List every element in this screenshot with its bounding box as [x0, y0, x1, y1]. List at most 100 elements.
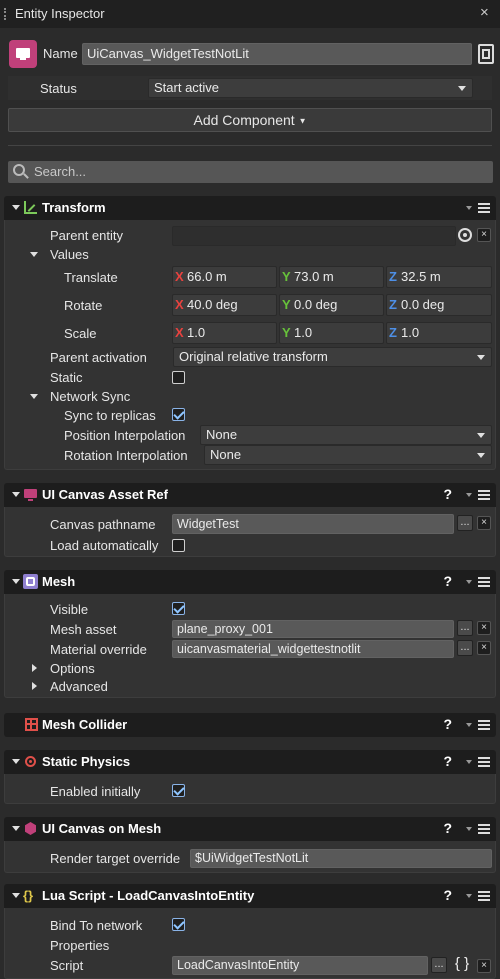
- menu-icon[interactable]: [478, 720, 490, 730]
- entity-name-input[interactable]: UiCanvas_WidgetTestNotLit: [82, 43, 472, 65]
- menu-icon[interactable]: [478, 757, 490, 767]
- rotate-z-field[interactable]: Z 0.0 deg: [386, 294, 492, 316]
- help-icon[interactable]: ?: [443, 753, 452, 769]
- help-icon[interactable]: ?: [443, 573, 452, 589]
- help-icon[interactable]: ?: [443, 486, 452, 502]
- browse-button[interactable]: ...: [457, 620, 473, 636]
- canvas-pathname-input[interactable]: WidgetTest: [172, 514, 454, 534]
- chevron-down-icon[interactable]: [466, 827, 472, 831]
- help-icon[interactable]: ?: [443, 716, 452, 732]
- status-select[interactable]: Start active: [148, 78, 473, 98]
- options-expand-icon[interactable]: [32, 664, 37, 672]
- mesh-collider-header[interactable]: Mesh Collider ?: [4, 713, 496, 737]
- drag-handle-icon[interactable]: [4, 8, 6, 20]
- close-icon[interactable]: ×: [480, 4, 489, 21]
- advanced-expand-icon[interactable]: [32, 682, 37, 690]
- mesh-header[interactable]: Mesh ?: [4, 570, 496, 594]
- ui-canvas-icon: [23, 487, 38, 502]
- status-label: Status: [40, 81, 77, 96]
- menu-icon[interactable]: [478, 891, 490, 901]
- parent-entity-input[interactable]: [172, 226, 456, 246]
- chevron-down-icon[interactable]: [466, 760, 472, 764]
- chevron-down-icon[interactable]: [466, 580, 472, 584]
- lua-braces-icon: {}: [23, 888, 34, 903]
- rotation-interpolation-select[interactable]: None: [204, 445, 492, 465]
- search-placeholder: Search...: [34, 164, 87, 179]
- clear-button[interactable]: ×: [477, 959, 491, 973]
- visible-label: Visible: [50, 602, 89, 617]
- parent-entity-label: Parent entity: [50, 228, 123, 243]
- script-label: Script: [50, 958, 84, 973]
- rotate-x-field[interactable]: X 40.0 deg: [172, 294, 277, 316]
- clear-button[interactable]: ×: [477, 641, 491, 655]
- add-component-button[interactable]: Add Component ▼: [8, 108, 492, 132]
- status-value: Start active: [154, 80, 220, 95]
- transform-title: Transform: [42, 200, 106, 215]
- collapse-icon[interactable]: [12, 579, 20, 584]
- menu-icon[interactable]: [478, 490, 490, 500]
- chevron-down-icon[interactable]: [466, 723, 472, 727]
- translate-z-field[interactable]: Z 32.5 m: [386, 266, 492, 288]
- collapse-icon[interactable]: [12, 893, 20, 898]
- chevron-down-icon: [477, 453, 485, 458]
- collapse-icon[interactable]: [12, 826, 20, 831]
- browse-button[interactable]: ...: [431, 957, 447, 973]
- material-override-label: Material override: [50, 642, 147, 657]
- browse-button[interactable]: ...: [457, 515, 473, 531]
- help-icon[interactable]: ?: [443, 887, 452, 903]
- transform-header[interactable]: Transform: [4, 196, 496, 220]
- ui-canvas-asset-header[interactable]: UI Canvas Asset Ref ?: [4, 483, 496, 507]
- visible-checkbox[interactable]: [172, 602, 185, 615]
- static-checkbox[interactable]: [172, 371, 185, 384]
- values-expand-icon[interactable]: [30, 252, 38, 257]
- script-input[interactable]: LoadCanvasIntoEntity: [172, 956, 428, 975]
- enabled-initially-label: Enabled initially: [50, 784, 141, 799]
- help-icon[interactable]: ?: [443, 820, 452, 836]
- edit-script-button[interactable]: { }: [451, 954, 473, 974]
- bind-network-checkbox[interactable]: [172, 918, 185, 931]
- search-input[interactable]: Search...: [8, 161, 493, 183]
- scale-z-field[interactable]: Z 1.0: [386, 322, 492, 344]
- menu-icon[interactable]: [478, 577, 490, 587]
- clear-button[interactable]: ×: [477, 516, 491, 530]
- parent-activation-label: Parent activation: [50, 350, 147, 365]
- chevron-down-icon[interactable]: [466, 894, 472, 898]
- material-override-input[interactable]: uicanvasmaterial_widgettestnotlit: [172, 640, 454, 658]
- scale-x-field[interactable]: X 1.0: [172, 322, 277, 344]
- static-physics-header[interactable]: Static Physics ?: [4, 750, 496, 774]
- collapse-icon[interactable]: [12, 492, 20, 497]
- options-label: Options: [50, 661, 95, 676]
- clear-button[interactable]: ×: [477, 621, 491, 635]
- render-target-input[interactable]: $UiWidgetTestNotLit: [190, 849, 492, 868]
- lua-script-title: Lua Script - LoadCanvasIntoEntity: [42, 888, 255, 903]
- collapse-icon[interactable]: [12, 205, 20, 210]
- menu-icon[interactable]: [478, 824, 490, 834]
- enabled-initially-checkbox[interactable]: [172, 784, 185, 797]
- network-sync-expand-icon[interactable]: [30, 394, 38, 399]
- lua-script-header[interactable]: {} Lua Script - LoadCanvasIntoEntity ?: [4, 884, 496, 908]
- sync-replicas-checkbox[interactable]: [172, 408, 185, 421]
- chevron-down-icon[interactable]: [466, 206, 472, 210]
- chevron-down-icon[interactable]: [466, 493, 472, 497]
- translate-x-field[interactable]: X 66.0 m: [172, 266, 277, 288]
- clear-parent-button[interactable]: ×: [477, 228, 491, 242]
- static-label: Static: [50, 370, 83, 385]
- target-icon[interactable]: [458, 228, 472, 242]
- browse-button[interactable]: ...: [457, 640, 473, 656]
- caret-down-icon: ▼: [298, 116, 307, 126]
- ui-canvas-mesh-header[interactable]: UI Canvas on Mesh ?: [4, 817, 496, 841]
- pin-icon[interactable]: [478, 44, 494, 64]
- collapse-icon[interactable]: [12, 759, 20, 764]
- position-interpolation-select[interactable]: None: [200, 425, 492, 445]
- scale-y-field[interactable]: Y 1.0: [279, 322, 384, 344]
- mesh-icon: [23, 574, 38, 589]
- advanced-label: Advanced: [50, 679, 108, 694]
- ui-canvas-asset-title: UI Canvas Asset Ref: [42, 487, 168, 502]
- mesh-asset-input[interactable]: plane_proxy_001: [172, 620, 454, 638]
- parent-activation-select[interactable]: Original relative transform: [173, 347, 492, 367]
- load-automatically-checkbox[interactable]: [172, 539, 185, 552]
- window-title: Entity Inspector: [15, 6, 105, 21]
- rotate-y-field[interactable]: Y 0.0 deg: [279, 294, 384, 316]
- translate-y-field[interactable]: Y 73.0 m: [279, 266, 384, 288]
- menu-icon[interactable]: [478, 203, 490, 213]
